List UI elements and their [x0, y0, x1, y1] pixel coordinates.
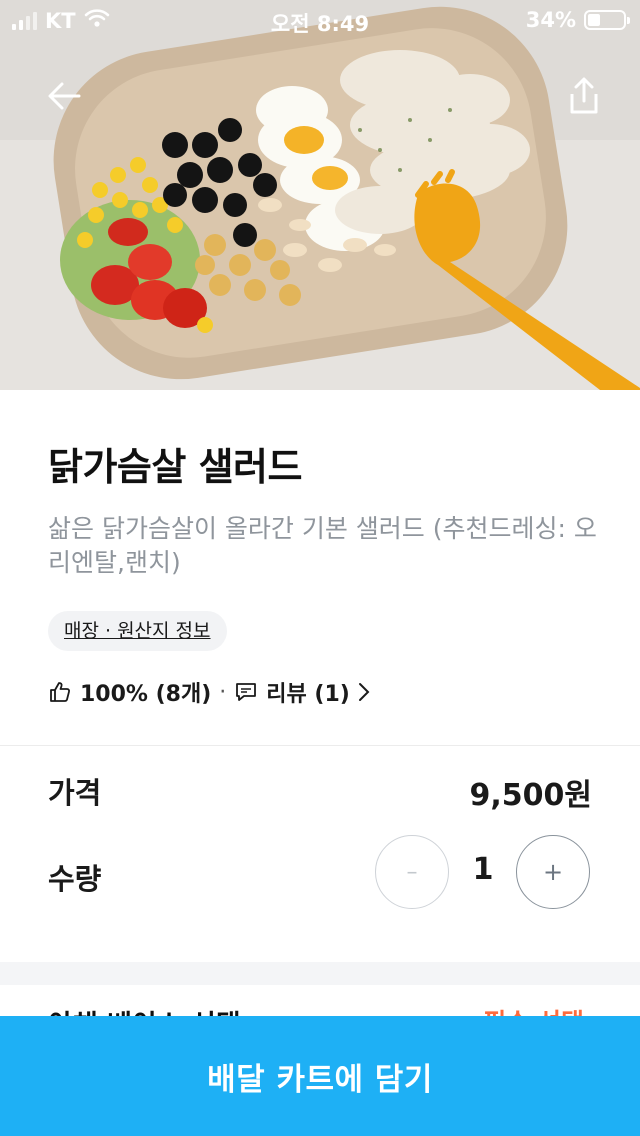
battery-icon	[584, 10, 630, 30]
battery-percent: 34%	[525, 8, 576, 32]
thumbs-up-icon	[48, 680, 72, 704]
back-button[interactable]	[38, 70, 90, 122]
arrow-left-icon	[48, 82, 81, 110]
section-divider	[0, 745, 640, 746]
review-link[interactable]: 리뷰 (1)	[234, 676, 370, 708]
product-photo	[0, 0, 640, 390]
status-bar: KT 오전 8:49 34%	[0, 0, 640, 40]
share-icon	[570, 77, 598, 114]
salad-illustration	[0, 0, 640, 390]
quantity-label: 수량	[48, 862, 102, 896]
product-title: 닭가슴살 샐러드	[48, 445, 302, 489]
rating-row: 100% (8개) · 리뷰 (1)	[48, 674, 370, 710]
increase-quantity-button[interactable]: +	[516, 835, 590, 909]
price-label: 가격	[48, 776, 102, 810]
comment-icon	[234, 680, 258, 704]
add-to-cart-button[interactable]: 배달 카트에 담기	[0, 1016, 640, 1136]
status-right: 34%	[525, 8, 630, 32]
product-description: 삶은 닭가슴살이 올라간 기본 샐러드 (추천드레싱: 오리엔탈,랜치)	[48, 514, 597, 577]
share-button[interactable]	[558, 70, 610, 122]
price-value: 9,500원	[469, 778, 593, 813]
quantity-value: 1	[472, 852, 494, 887]
decrease-quantity-button[interactable]: –	[375, 835, 449, 909]
review-label: 리뷰 (1)	[266, 682, 350, 707]
separator-dot: ·	[219, 679, 227, 705]
like-rate: 100% (8개)	[80, 682, 212, 707]
store-origin-info-link[interactable]: 매장 · 원산지 정보	[48, 611, 227, 651]
chevron-right-icon	[358, 682, 370, 702]
